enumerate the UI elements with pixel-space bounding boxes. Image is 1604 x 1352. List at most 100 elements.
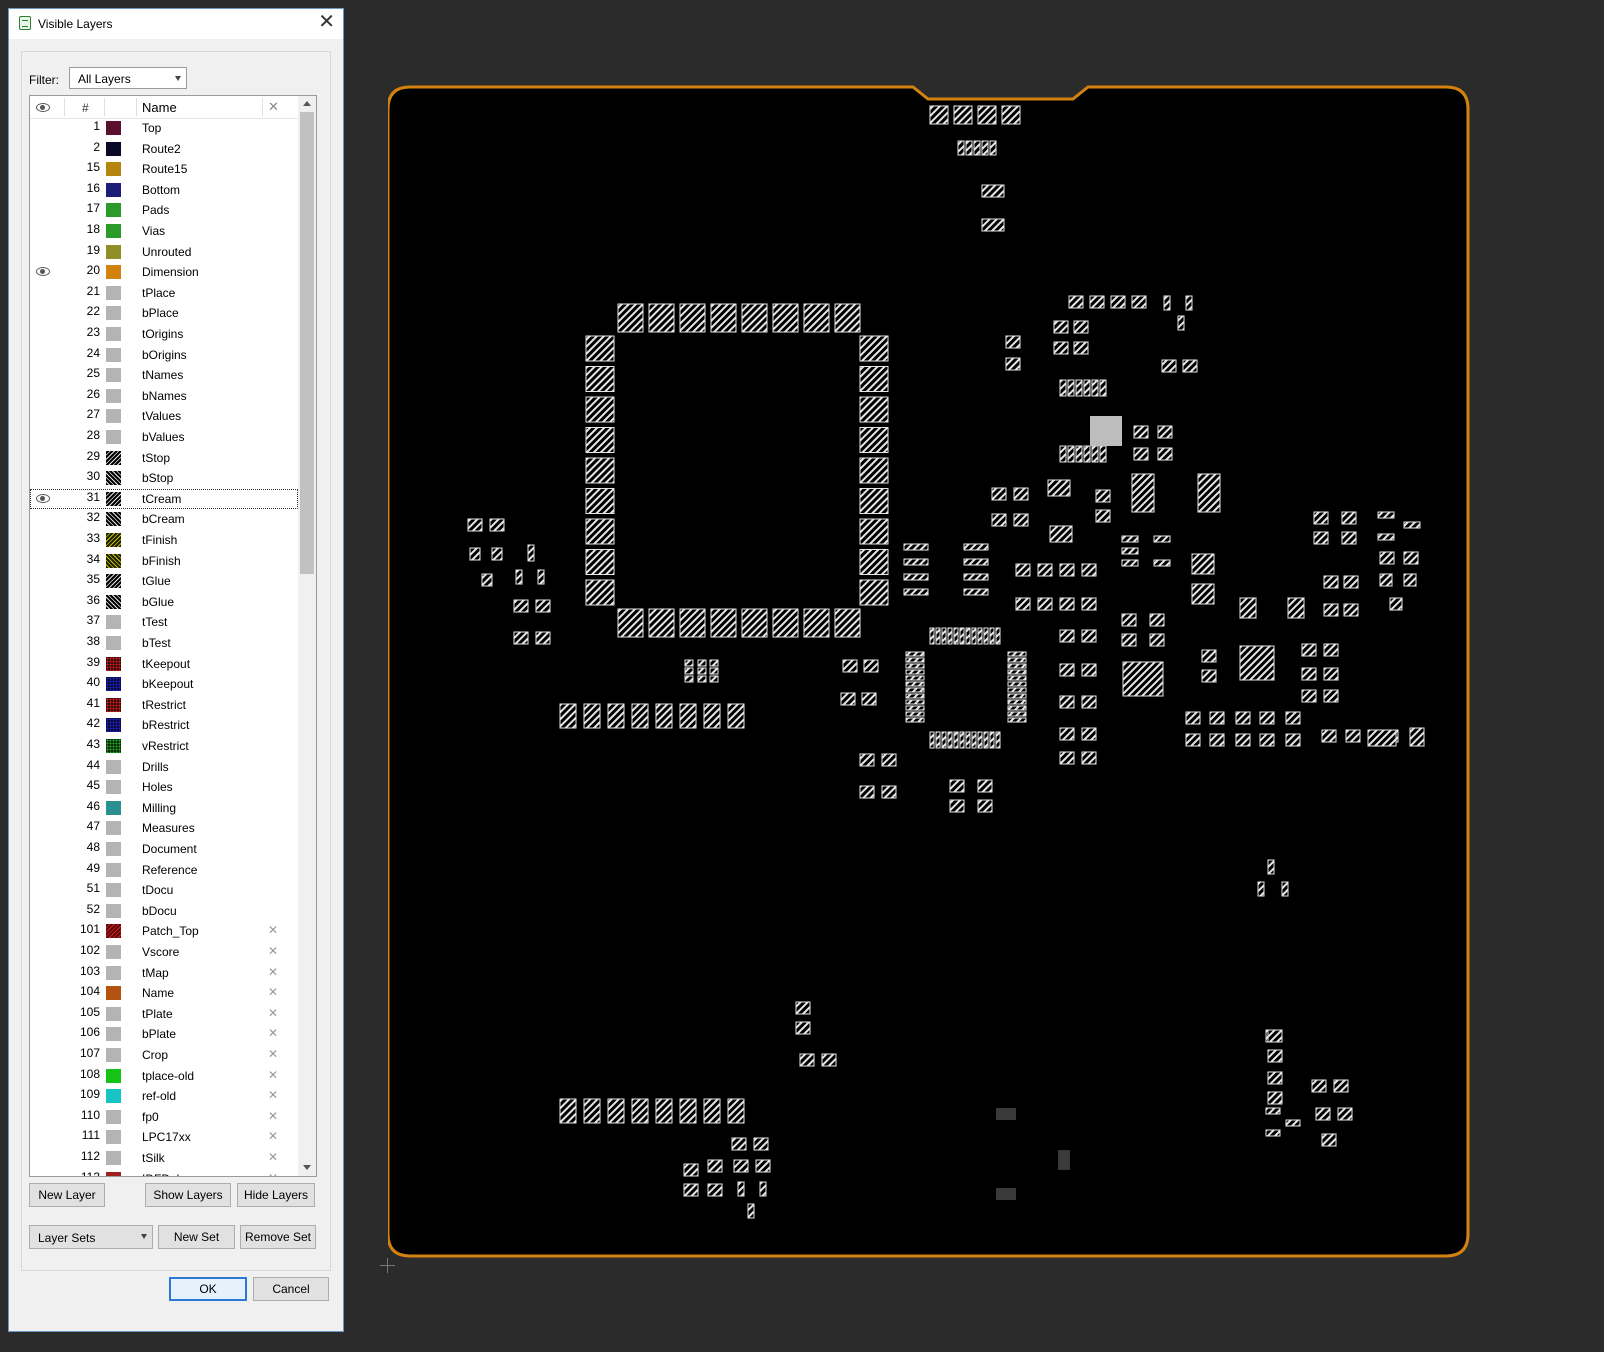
layer-row[interactable]: 103 tMap ✕ xyxy=(30,963,298,983)
layer-row[interactable]: 43 vRestrict xyxy=(30,736,298,756)
new-set-button[interactable]: New Set xyxy=(158,1225,235,1249)
layer-color-swatch[interactable] xyxy=(106,1006,121,1021)
layer-sets-dropdown[interactable]: Layer Sets xyxy=(29,1225,153,1249)
layer-row[interactable]: 24 bOrigins xyxy=(30,345,298,365)
layer-color-swatch[interactable] xyxy=(106,574,121,589)
layer-row[interactable]: 29 tStop xyxy=(30,448,298,468)
delete-layer-icon[interactable]: ✕ xyxy=(268,1150,278,1164)
close-icon[interactable]: ✕ xyxy=(318,12,335,32)
layer-row[interactable]: 108 tplace-old ✕ xyxy=(30,1066,298,1086)
layer-row[interactable]: 16 Bottom xyxy=(30,180,298,200)
layer-color-swatch[interactable] xyxy=(106,821,121,836)
layer-row[interactable]: 51 tDocu xyxy=(30,880,298,900)
board-canvas[interactable] xyxy=(388,84,1508,1274)
layer-color-swatch[interactable] xyxy=(106,430,121,444)
layer-color-swatch[interactable] xyxy=(106,677,121,692)
layer-row[interactable]: 113 IDFDebug ✕ xyxy=(30,1169,298,1176)
layer-row[interactable]: 49 Reference xyxy=(30,860,298,880)
layer-row[interactable]: 20 Dimension xyxy=(30,262,298,282)
layer-row[interactable]: 15 Route15 xyxy=(30,159,298,179)
layer-color-swatch[interactable] xyxy=(106,285,121,300)
layer-row[interactable]: 111 LPC17xx ✕ xyxy=(30,1127,298,1147)
layer-row[interactable]: 31 tCream xyxy=(30,488,298,509)
layer-row[interactable]: 27 tValues xyxy=(30,406,298,426)
layer-row[interactable]: 21 tPlace xyxy=(30,283,298,303)
layer-row[interactable]: 37 tTest xyxy=(30,612,298,632)
layer-row[interactable]: 18 Vias xyxy=(30,221,298,241)
layer-color-swatch[interactable] xyxy=(106,1109,121,1124)
column-number-header[interactable]: # xyxy=(82,101,89,115)
layer-row[interactable]: 107 Crop ✕ xyxy=(30,1045,298,1065)
layer-row[interactable]: 45 Holes xyxy=(30,777,298,797)
layer-list[interactable]: # Name ✕ 1 Top 2 Route2 15 Route15 16 Bottom 17 P… xyxy=(29,95,317,1177)
layer-row[interactable]: 2 Route2 xyxy=(30,139,298,159)
layer-color-swatch[interactable] xyxy=(106,182,121,197)
layer-color-swatch[interactable] xyxy=(106,862,121,877)
layer-color-swatch[interactable] xyxy=(106,800,121,815)
scroll-down-arrow-icon[interactable] xyxy=(298,1160,316,1176)
ok-button[interactable]: OK xyxy=(169,1277,247,1301)
layer-row[interactable]: 23 tOrigins xyxy=(30,324,298,344)
hide-layers-button[interactable]: Hide Layers xyxy=(237,1183,315,1207)
delete-layer-icon[interactable]: ✕ xyxy=(268,1068,278,1082)
layer-color-swatch[interactable] xyxy=(106,656,121,671)
vertical-scrollbar[interactable] xyxy=(298,96,316,1176)
layer-row[interactable]: 30 bStop xyxy=(30,468,298,488)
layer-row[interactable]: 25 tNames xyxy=(30,365,298,385)
column-name-header[interactable]: Name xyxy=(142,100,177,115)
layer-row[interactable]: 22 bPlace xyxy=(30,303,298,323)
layer-color-swatch[interactable] xyxy=(106,450,121,465)
layer-row[interactable]: 44 Drills xyxy=(30,757,298,777)
board-view[interactable] xyxy=(388,84,1508,1274)
delete-layer-icon[interactable]: ✕ xyxy=(268,985,278,999)
layer-color-swatch[interactable] xyxy=(106,903,121,918)
layer-row[interactable]: 33 tFinish xyxy=(30,530,298,550)
eye-icon[interactable] xyxy=(36,493,50,503)
layer-row[interactable]: 28 bValues xyxy=(30,427,298,447)
delete-layer-icon[interactable]: ✕ xyxy=(268,1026,278,1040)
layer-color-swatch[interactable] xyxy=(106,594,121,609)
layer-row[interactable]: 104 Name ✕ xyxy=(30,983,298,1003)
layer-color-swatch[interactable] xyxy=(106,162,121,177)
layer-color-swatch[interactable] xyxy=(106,409,121,424)
layer-row[interactable]: 1 Top xyxy=(30,118,298,138)
delete-layer-icon[interactable]: ✕ xyxy=(268,1047,278,1061)
layer-color-swatch[interactable] xyxy=(106,121,121,135)
layer-color-swatch[interactable] xyxy=(106,203,121,218)
layer-row[interactable]: 48 Document xyxy=(30,839,298,859)
layer-color-swatch[interactable] xyxy=(106,945,121,959)
layer-color-swatch[interactable] xyxy=(106,327,121,341)
layer-color-swatch[interactable] xyxy=(106,697,121,712)
layer-color-swatch[interactable] xyxy=(106,924,121,939)
delete-layer-icon[interactable]: ✕ xyxy=(268,944,278,958)
layer-color-swatch[interactable] xyxy=(106,244,121,259)
layer-row[interactable]: 102 Vscore ✕ xyxy=(30,942,298,962)
eye-icon[interactable] xyxy=(36,267,50,277)
layer-row[interactable]: 19 Unrouted xyxy=(30,242,298,262)
layer-color-swatch[interactable] xyxy=(106,1089,121,1104)
layer-row[interactable]: 109 ref-old ✕ xyxy=(30,1086,298,1106)
layer-color-swatch[interactable] xyxy=(106,986,121,1001)
layer-color-swatch[interactable] xyxy=(106,1130,121,1145)
layer-row[interactable]: 17 Pads xyxy=(30,200,298,220)
layer-color-swatch[interactable] xyxy=(106,512,121,527)
layer-color-swatch[interactable] xyxy=(106,491,121,506)
layer-color-swatch[interactable] xyxy=(106,883,121,898)
layer-color-swatch[interactable] xyxy=(106,965,121,980)
layer-color-swatch[interactable] xyxy=(106,759,121,774)
layer-color-swatch[interactable] xyxy=(106,718,121,733)
delete-layer-icon[interactable]: ✕ xyxy=(268,1006,278,1020)
delete-layer-icon[interactable]: ✕ xyxy=(268,1129,278,1143)
layer-row[interactable]: 38 bTest xyxy=(30,633,298,653)
layer-row[interactable]: 112 tSilk ✕ xyxy=(30,1148,298,1168)
layer-color-swatch[interactable] xyxy=(106,141,121,156)
layer-row[interactable]: 106 bPlate ✕ xyxy=(30,1024,298,1044)
layer-color-swatch[interactable] xyxy=(106,1048,121,1062)
layer-color-swatch[interactable] xyxy=(106,1068,121,1083)
layer-color-swatch[interactable] xyxy=(106,739,121,753)
delete-layer-icon[interactable]: ✕ xyxy=(268,965,278,979)
delete-layer-icon[interactable]: ✕ xyxy=(268,1088,278,1102)
remove-set-button[interactable]: Remove Set xyxy=(240,1225,316,1249)
layer-color-swatch[interactable] xyxy=(106,842,121,856)
layer-row[interactable]: 46 Milling xyxy=(30,798,298,818)
